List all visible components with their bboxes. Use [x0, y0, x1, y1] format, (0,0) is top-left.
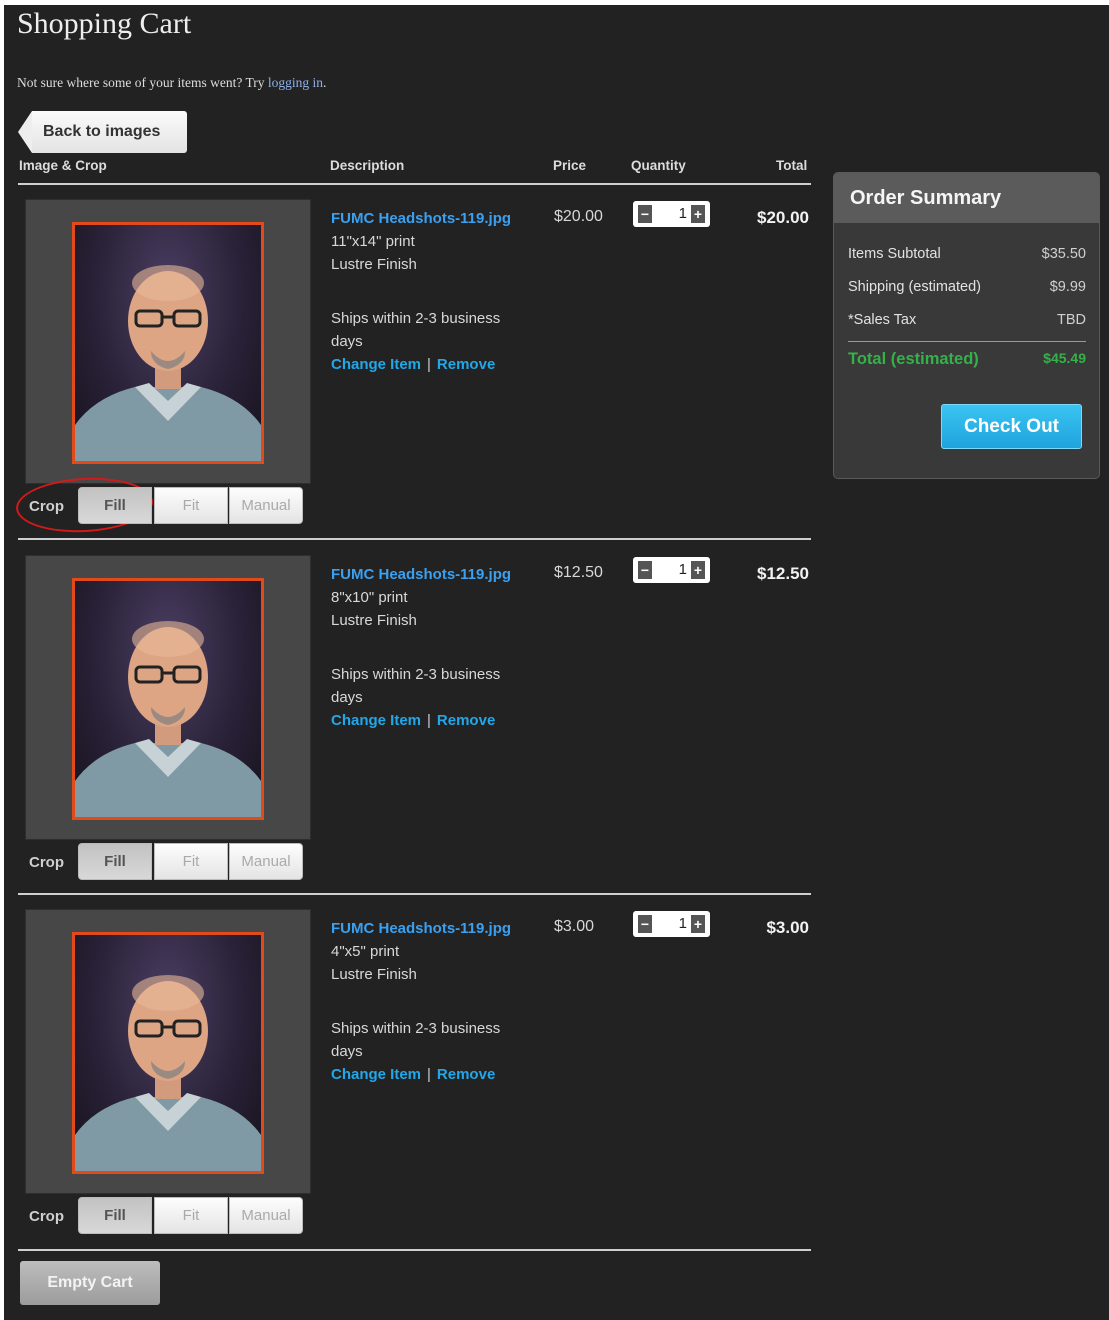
crop-label: Crop	[29, 498, 64, 515]
item-finish: Lustre Finish	[331, 966, 417, 983]
item-price: $20.00	[554, 208, 603, 225]
quantity-value[interactable]: 1	[679, 205, 687, 222]
change-item-link[interactable]: Change Item	[331, 712, 421, 729]
crop-manual-button[interactable]: Manual	[229, 843, 303, 880]
minus-icon[interactable]: −	[638, 205, 652, 223]
quantity-value[interactable]: 1	[679, 915, 687, 932]
summary-value: $9.99	[1049, 279, 1086, 295]
notice-end: .	[322, 75, 327, 90]
login-link[interactable]: logging in	[268, 75, 323, 90]
summary-label: *Sales Tax	[848, 312, 917, 328]
col-header-description: Description	[330, 158, 405, 173]
cart-item-1: Crop Fill Fit Manual FUMC Headshots-119.…	[4, 199, 834, 549]
summary-row-shipping: Shipping (estimated) $9.99	[848, 279, 1086, 295]
crop-fill-button[interactable]: Fill	[78, 1197, 152, 1234]
item-description: FUMC Headshots-119.jpg 8"x10" print Lust…	[331, 563, 531, 732]
item-size: 4"x5" print	[331, 943, 400, 960]
col-header-quantity: Quantity	[631, 158, 686, 173]
quantity-value[interactable]: 1	[679, 561, 687, 578]
link-separator: |	[427, 712, 431, 729]
summary-label: Items Subtotal	[848, 246, 941, 262]
plus-icon[interactable]: +	[691, 915, 705, 933]
crop-fit-button[interactable]: Fit	[154, 1197, 228, 1234]
summary-total-label: Total (estimated)	[848, 350, 979, 368]
item-total: $20.00	[757, 208, 809, 227]
item-divider	[18, 1249, 811, 1251]
crop-fit-button[interactable]: Fit	[154, 843, 228, 880]
item-divider	[18, 538, 811, 540]
item-filename-link[interactable]: FUMC Headshots-119.jpg	[331, 566, 511, 583]
back-to-images-button[interactable]: Back to images	[18, 111, 187, 153]
item-total: $12.50	[757, 564, 809, 583]
plus-icon[interactable]: +	[691, 561, 705, 579]
link-separator: |	[427, 1066, 431, 1083]
col-header-total: Total	[776, 158, 808, 173]
cart-item-3: Crop Fill Fit Manual FUMC Headshots-119.…	[4, 909, 834, 1259]
product-photo	[72, 932, 264, 1174]
quantity-stepper[interactable]: − 1 +	[633, 557, 710, 583]
order-summary-panel: Order Summary Items Subtotal $35.50 Ship…	[833, 172, 1100, 479]
item-finish: Lustre Finish	[331, 612, 417, 629]
item-filename-link[interactable]: FUMC Headshots-119.jpg	[331, 210, 511, 227]
item-shipping: Ships within 2-3 business days	[331, 666, 501, 706]
crop-manual-button[interactable]: Manual	[229, 487, 303, 524]
summary-total-value: $45.49	[1043, 350, 1086, 366]
item-filename-link[interactable]: FUMC Headshots-119.jpg	[331, 920, 511, 937]
change-item-link[interactable]: Change Item	[331, 1066, 421, 1083]
item-description: FUMC Headshots-119.jpg 4"x5" print Lustr…	[331, 917, 531, 1086]
summary-value: TBD	[1057, 312, 1086, 328]
summary-label: Shipping (estimated)	[848, 279, 981, 295]
crop-fill-button[interactable]: Fill	[78, 843, 152, 880]
minus-icon[interactable]: −	[638, 915, 652, 933]
arrow-left-icon	[18, 111, 32, 153]
crop-manual-button[interactable]: Manual	[229, 1197, 303, 1234]
item-shipping: Ships within 2-3 business days	[331, 1020, 501, 1060]
image-crop-preview	[25, 199, 311, 484]
login-notice: Not sure where some of your items went? …	[17, 75, 326, 91]
order-summary-title: Order Summary	[834, 173, 1099, 223]
shopping-cart-page: Shopping Cart Not sure where some of you…	[4, 5, 1109, 1320]
item-description: FUMC Headshots-119.jpg 11"x14" print Lus…	[331, 207, 531, 376]
item-size: 11"x14" print	[331, 233, 415, 250]
change-item-link[interactable]: Change Item	[331, 356, 421, 373]
summary-row-total: Total (estimated) $45.49	[848, 350, 1086, 369]
item-total: $3.00	[766, 918, 809, 937]
summary-divider	[848, 341, 1086, 342]
remove-link[interactable]: Remove	[437, 356, 495, 373]
crop-label: Crop	[29, 1208, 64, 1225]
image-crop-preview	[25, 555, 311, 840]
image-crop-preview	[25, 909, 311, 1194]
page-title: Shopping Cart	[17, 7, 192, 40]
crop-label: Crop	[29, 854, 64, 871]
quantity-stepper[interactable]: − 1 +	[633, 911, 710, 937]
remove-link[interactable]: Remove	[437, 1066, 495, 1083]
item-finish: Lustre Finish	[331, 256, 417, 273]
empty-cart-button[interactable]: Empty Cart	[20, 1261, 160, 1305]
summary-value: $35.50	[1041, 246, 1086, 262]
summary-row-tax: *Sales Tax TBD	[848, 312, 1086, 328]
item-price: $12.50	[554, 564, 603, 581]
summary-row-subtotal: Items Subtotal $35.50	[848, 246, 1086, 262]
remove-link[interactable]: Remove	[437, 712, 495, 729]
crop-fill-button[interactable]: Fill	[78, 487, 152, 524]
product-photo	[72, 222, 264, 464]
item-divider	[18, 893, 811, 895]
item-price: $3.00	[554, 918, 595, 935]
plus-icon[interactable]: +	[691, 205, 705, 223]
header-divider	[18, 183, 811, 185]
back-to-images-label: Back to images	[32, 111, 187, 153]
notice-text: Not sure where some of your items went? …	[17, 75, 268, 90]
minus-icon[interactable]: −	[638, 561, 652, 579]
cart-item-2: Crop Fill Fit Manual FUMC Headshots-119.…	[4, 555, 834, 905]
col-header-price: Price	[553, 158, 587, 173]
col-header-image-crop: Image & Crop	[19, 158, 107, 173]
item-size: 8"x10" print	[331, 589, 408, 606]
check-out-button[interactable]: Check Out	[941, 404, 1082, 449]
crop-fit-button[interactable]: Fit	[154, 487, 228, 524]
quantity-stepper[interactable]: − 1 +	[633, 201, 710, 227]
link-separator: |	[427, 356, 431, 373]
product-photo	[72, 578, 264, 820]
item-shipping: Ships within 2-3 business days	[331, 310, 501, 350]
